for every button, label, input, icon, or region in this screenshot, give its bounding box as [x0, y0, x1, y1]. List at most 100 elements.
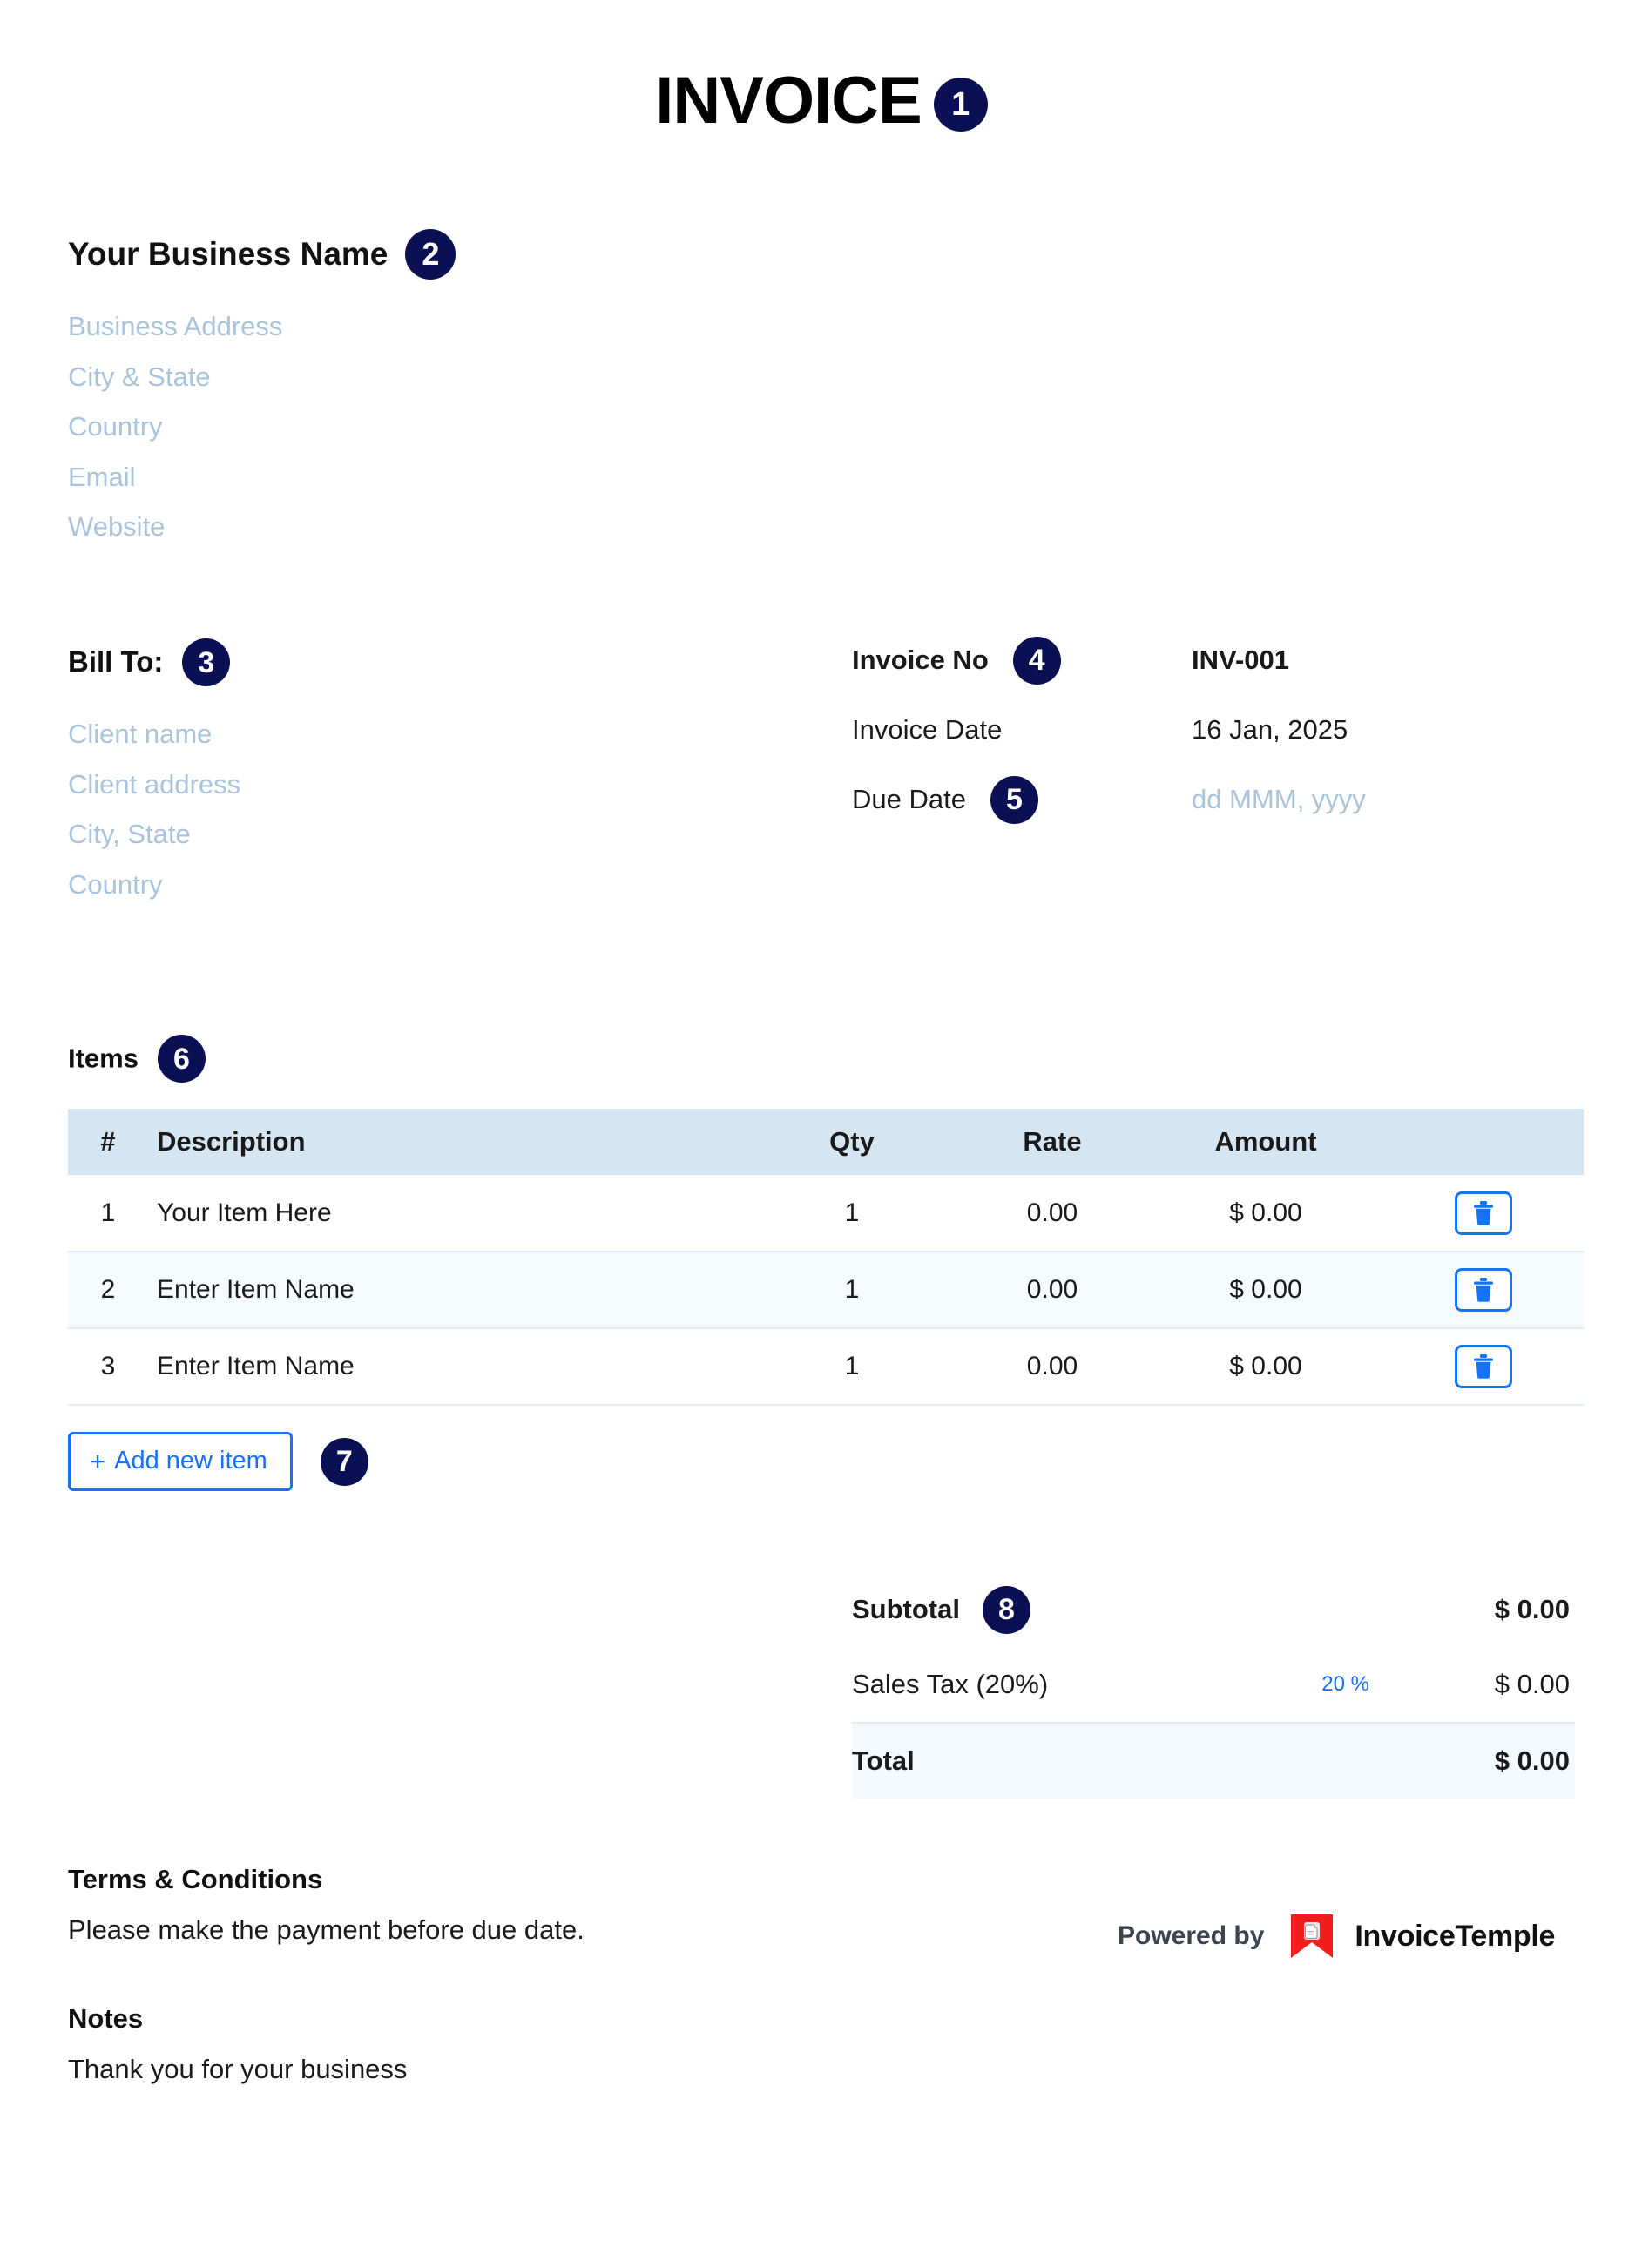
business-details-block: Your Business Name 2 Business Address Cit…	[68, 229, 456, 542]
delete-item-button[interactable]	[1455, 1345, 1512, 1388]
business-address-field[interactable]: Business Address	[68, 312, 456, 341]
column-header-amount: Amount	[1148, 1109, 1383, 1175]
due-date-value[interactable]: dd MMM, yyyy	[1192, 784, 1366, 815]
invoice-title-row: INVOICE 1	[68, 63, 1575, 138]
sales-tax-rate-input[interactable]: 20 %	[1256, 1672, 1404, 1697]
annotation-badge-2: 2	[405, 229, 456, 280]
total-label-wrap: Total	[852, 1745, 1256, 1777]
invoice-date-label: Invoice Date	[852, 714, 1003, 745]
invoicetemple-logo-icon	[1288, 1912, 1335, 1961]
bill-to-heading: Bill To:	[68, 645, 164, 678]
row-description[interactable]: Enter Item Name	[148, 1327, 747, 1406]
invoice-date-value[interactable]: 16 Jan, 2025	[1192, 714, 1348, 746]
row-rate[interactable]: 0.00	[956, 1175, 1148, 1252]
footer-spacer	[68, 1946, 852, 2003]
due-date-row: Due Date 5 dd MMM, yyyy	[852, 775, 1575, 824]
sales-tax-label-wrap: Sales Tax (20%)	[852, 1669, 1256, 1700]
annotation-badge-6: 6	[157, 1035, 206, 1083]
plus-icon: +	[90, 1446, 106, 1476]
client-country-field[interactable]: Country	[68, 870, 240, 900]
client-address-field[interactable]: Client address	[68, 770, 240, 800]
delete-item-button[interactable]	[1455, 1191, 1512, 1235]
row-amount: $ 0.00	[1229, 1198, 1302, 1227]
items-table-body: 1 Your Item Here 1 0.00 $ 0.00 2 Enter I…	[68, 1175, 1584, 1406]
items-table: # Description Qty Rate Amount 1 Your Ite…	[68, 1109, 1584, 1406]
add-item-row: + Add new item 7	[68, 1432, 1575, 1491]
row-description[interactable]: Your Item Here	[148, 1175, 747, 1252]
client-name-field[interactable]: Client name	[68, 719, 240, 749]
invoice-date-row: Invoice Date 16 Jan, 2025	[852, 710, 1575, 750]
row-number: 2	[68, 1251, 148, 1328]
annotation-badge-3: 3	[182, 638, 231, 686]
table-row: 1 Your Item Here 1 0.00 $ 0.00	[68, 1175, 1584, 1252]
invoice-no-label: Invoice No	[852, 645, 989, 675]
add-new-item-label: Add new item	[114, 1447, 267, 1475]
client-city-state-field[interactable]: City, State	[68, 820, 240, 849]
notes-text[interactable]: Thank you for your business	[68, 2054, 852, 2085]
annotation-badge-7: 7	[320, 1437, 368, 1486]
add-new-item-button[interactable]: + Add new item	[68, 1432, 293, 1491]
powered-by-block[interactable]: Powered by InvoiceTemple	[1118, 1912, 1555, 1961]
table-row: 2 Enter Item Name 1 0.00 $ 0.00	[68, 1251, 1584, 1328]
items-heading-row: Items 6	[68, 1035, 1575, 1084]
row-qty[interactable]: 1	[747, 1251, 956, 1328]
row-description[interactable]: Enter Item Name	[148, 1251, 747, 1328]
invoice-no-label-wrap: Invoice No 4	[852, 636, 1192, 685]
invoice-meta-block: Invoice No 4 INV-001 Invoice Date 16 Jan,…	[852, 636, 1575, 849]
business-city-state-field[interactable]: City & State	[68, 362, 456, 392]
due-date-label: Due Date	[852, 784, 966, 814]
trash-icon	[1472, 1277, 1495, 1303]
terms-text[interactable]: Please make the payment before due date.	[68, 1914, 852, 1946]
sales-tax-value: $ 0.00	[1494, 1669, 1570, 1699]
invoicetemple-brand-name: InvoiceTemple	[1355, 1919, 1556, 1953]
row-amount: $ 0.00	[1148, 1327, 1383, 1406]
notes-heading: Notes	[68, 2003, 144, 2034]
annotation-badge-1: 1	[933, 77, 988, 132]
row-qty[interactable]: 1	[747, 1327, 956, 1406]
sales-tax-row: Sales Tax (20%) 20 % $ 0.00	[852, 1647, 1575, 1722]
business-name-row[interactable]: Your Business Name 2	[68, 229, 456, 281]
items-table-header: # Description Qty Rate Amount	[68, 1109, 1584, 1175]
invoice-no-row: Invoice No 4 INV-001	[852, 636, 1575, 685]
total-row: Total $ 0.00	[852, 1724, 1575, 1799]
invoice-page: INVOICE 1 Your Business Name 2 Business Ad…	[0, 0, 1642, 2268]
sales-tax-label: Sales Tax (20%)	[852, 1669, 1049, 1699]
totals-section: Subtotal 8 $ 0.00 Sales Tax (20%) 20 % $ …	[852, 1572, 1575, 1799]
page-title: INVOICE	[655, 64, 922, 138]
powered-by-label: Powered by	[1118, 1921, 1265, 1950]
subtotal-label-wrap: Subtotal 8	[852, 1585, 1256, 1634]
row-rate[interactable]: 0.00	[956, 1327, 1148, 1406]
bill-to-block: Bill To: 3 Client name Client address Cit…	[68, 638, 240, 900]
total-value: $ 0.00	[1494, 1745, 1570, 1776]
column-header-actions	[1383, 1109, 1584, 1175]
column-header-qty: Qty	[747, 1109, 956, 1175]
table-row: 3 Enter Item Name 1 0.00 $ 0.00	[68, 1327, 1584, 1406]
business-country-field[interactable]: Country	[68, 413, 456, 442]
annotation-badge-8: 8	[983, 1585, 1030, 1634]
row-actions	[1383, 1251, 1584, 1328]
annotation-badge-5: 5	[990, 775, 1038, 824]
row-rate[interactable]: 0.00	[956, 1251, 1148, 1328]
row-amount: $ 0.00	[1148, 1251, 1383, 1328]
annotation-badge-4: 4	[1012, 636, 1061, 685]
items-section: Items 6 # Description Qty Rate Amount 1	[68, 1035, 1584, 1491]
terms-heading: Terms & Conditions	[68, 1864, 323, 1894]
due-date-label-wrap: Due Date 5	[852, 775, 1192, 824]
business-website-field[interactable]: Website	[68, 513, 456, 542]
business-name[interactable]: Your Business Name	[68, 236, 388, 272]
invoice-no-value[interactable]: INV-001	[1192, 645, 1289, 676]
column-header-description: Description	[148, 1109, 747, 1175]
row-qty[interactable]: 1	[747, 1175, 956, 1252]
column-header-rate: Rate	[956, 1109, 1148, 1175]
invoice-date-label-wrap: Invoice Date	[852, 714, 1192, 746]
row-actions	[1383, 1327, 1584, 1406]
subtotal-label: Subtotal	[852, 1594, 960, 1624]
trash-icon	[1472, 1200, 1495, 1226]
row-number: 3	[68, 1327, 148, 1406]
trash-icon	[1472, 1353, 1495, 1380]
bill-to-heading-row: Bill To: 3	[68, 638, 240, 688]
subtotal-row: Subtotal 8 $ 0.00	[852, 1572, 1575, 1647]
business-email-field[interactable]: Email	[68, 462, 456, 492]
delete-item-button[interactable]	[1455, 1268, 1512, 1312]
footer-left: Terms & Conditions Please make the payme…	[68, 1864, 852, 2085]
